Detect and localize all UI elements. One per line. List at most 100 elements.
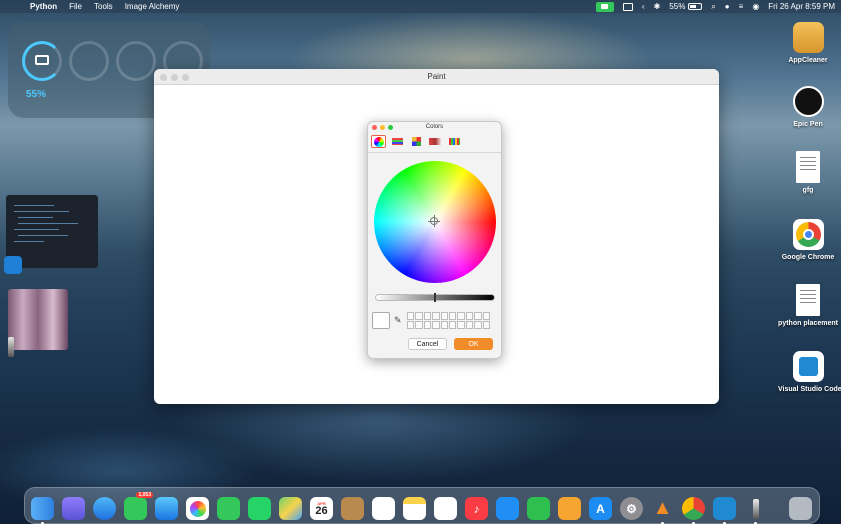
maps-icon[interactable] — [279, 497, 302, 520]
whatsapp-icon[interactable] — [248, 497, 271, 520]
finder-icon[interactable] — [31, 497, 54, 524]
facetime-icon[interactable] — [217, 497, 240, 520]
mail-icon[interactable] — [155, 497, 178, 520]
eyedropper-icon[interactable]: ✎ — [394, 315, 402, 326]
battery-icon — [688, 3, 703, 10]
swatch-slot[interactable] — [449, 321, 457, 329]
notes-icon[interactable] — [403, 497, 426, 520]
chevron-left-icon[interactable]: ‹ — [642, 2, 645, 11]
swatch-slot[interactable] — [457, 321, 465, 329]
desktop-item-appcleaner[interactable]: AppCleaner — [778, 22, 838, 64]
safari-icon[interactable] — [93, 497, 116, 520]
control-center-icon[interactable]: ≡ — [739, 2, 744, 11]
desktop-item-python-placement[interactable]: python placement — [778, 284, 838, 327]
menubar-clock[interactable]: Fri 26 Apr 8:59 PM — [768, 2, 835, 11]
desktop-item-visual-studio-code[interactable]: Visual Studio Code — [778, 351, 841, 393]
vscode-dock-icon[interactable] — [713, 497, 736, 524]
app-store-icon[interactable]: A — [589, 497, 612, 520]
desktop-item-label: gfg — [802, 187, 814, 194]
swatch-slot[interactable] — [415, 321, 423, 329]
trash-icon[interactable] — [789, 497, 812, 520]
document-icon — [796, 284, 820, 316]
battery-ring-empty-2 — [116, 41, 156, 81]
freeform-icon[interactable] — [434, 497, 457, 520]
menu-tools[interactable]: Tools — [94, 2, 113, 11]
vscode-icon[interactable] — [4, 256, 22, 274]
swatch-slot[interactable] — [465, 312, 474, 320]
pen-icon[interactable] — [8, 337, 14, 357]
colors-panel[interactable]: Colors ✎ Cancel OK — [367, 121, 502, 359]
battery-percent-text: 55% — [669, 2, 686, 11]
music-icon[interactable]: ♪ — [465, 497, 488, 520]
keynote-icon[interactable] — [496, 497, 519, 520]
notification-icon[interactable]: ● — [725, 2, 730, 11]
siri-icon[interactable]: ◉ — [752, 2, 759, 11]
image-palette-icon — [429, 138, 442, 145]
tab-color-wheel[interactable] — [371, 135, 386, 148]
current-color-swatch[interactable] — [372, 312, 390, 329]
swatch-slot[interactable] — [432, 312, 440, 320]
messages-badge: 1,053 — [136, 492, 153, 498]
ok-button[interactable]: OK — [454, 338, 493, 350]
reminders-icon[interactable] — [372, 497, 395, 520]
chrome-icon — [792, 219, 824, 250]
swatch-slot[interactable] — [482, 312, 490, 320]
tab-color-sliders[interactable] — [390, 135, 405, 148]
epic-pen-icon — [792, 86, 824, 117]
swatch-slot[interactable] — [465, 321, 474, 329]
tab-pencils[interactable] — [447, 135, 462, 148]
contacts-icon[interactable] — [341, 497, 364, 520]
photos-icon[interactable] — [186, 497, 209, 520]
cancel-button[interactable]: Cancel — [408, 338, 447, 350]
swatch-slot[interactable] — [457, 312, 465, 320]
swatch-slot[interactable] — [440, 321, 448, 329]
vscode-icon — [792, 351, 824, 382]
launchpad-icon[interactable] — [62, 497, 85, 520]
battery-status[interactable]: 55% — [669, 2, 703, 11]
swatch-slot[interactable] — [407, 312, 415, 320]
desktop-item-google-chrome[interactable]: Google Chrome — [778, 219, 838, 261]
appcleaner-icon — [792, 22, 824, 53]
brightness-slider-knob[interactable] — [434, 293, 436, 302]
menu-bar: Python File Tools Image Alchemy ‹ ✱ 55% … — [0, 0, 841, 13]
calendar-icon[interactable]: APR 26 — [310, 497, 333, 520]
numbers-icon[interactable] — [527, 497, 550, 520]
color-wheel-crosshair-icon[interactable] — [428, 215, 440, 227]
colors-panel-title: Colors — [425, 124, 444, 130]
chrome-dock-icon[interactable] — [682, 497, 705, 524]
swatch-slot[interactable] — [440, 312, 448, 320]
desktop-item-label: Visual Studio Code — [778, 386, 841, 393]
bluetooth-icon[interactable]: ✱ — [654, 2, 661, 11]
display-icon[interactable] — [622, 2, 633, 11]
swatch-slot[interactable] — [482, 321, 490, 329]
color-picker-tabs — [371, 133, 462, 150]
swatch-slot[interactable] — [415, 312, 423, 320]
desktop-item-label: Google Chrome — [781, 254, 835, 261]
messages-icon[interactable]: 1,053 — [124, 492, 153, 520]
epic-pen-dock-icon[interactable] — [744, 497, 767, 524]
system-settings-icon[interactable]: ⚙ — [620, 497, 643, 520]
menu-image-alchemy[interactable]: Image Alchemy — [125, 2, 180, 11]
desktop-item-gfg[interactable]: gfg — [778, 151, 838, 194]
swatch-slot[interactable] — [423, 321, 432, 329]
swatch-slot[interactable] — [423, 312, 432, 320]
desktop-item-epic-pen[interactable]: Epic Pen — [778, 86, 838, 128]
calendar-day: 26 — [315, 504, 328, 517]
swatch-slot[interactable] — [449, 312, 457, 320]
swatch-slot[interactable] — [432, 321, 440, 329]
swatch-slot[interactable] — [407, 321, 415, 329]
tab-color-palettes[interactable] — [409, 135, 424, 148]
pages-icon[interactable] — [558, 497, 581, 520]
screen-recording-icon[interactable] — [595, 1, 614, 12]
swatch-slot[interactable] — [474, 312, 482, 320]
paint-titlebar[interactable]: Paint — [154, 69, 719, 85]
search-icon[interactable]: ⌕ — [711, 2, 715, 12]
swatch-slot[interactable] — [474, 321, 482, 329]
palette-icon — [412, 137, 421, 146]
app-menu-python[interactable]: Python — [30, 2, 57, 11]
tab-image-palettes[interactable] — [428, 135, 443, 148]
menu-file[interactable]: File — [69, 2, 82, 11]
books-thumbnail[interactable] — [8, 289, 68, 350]
brightness-slider[interactable] — [375, 293, 495, 302]
vlc-icon[interactable]: ▲ — [651, 497, 674, 524]
